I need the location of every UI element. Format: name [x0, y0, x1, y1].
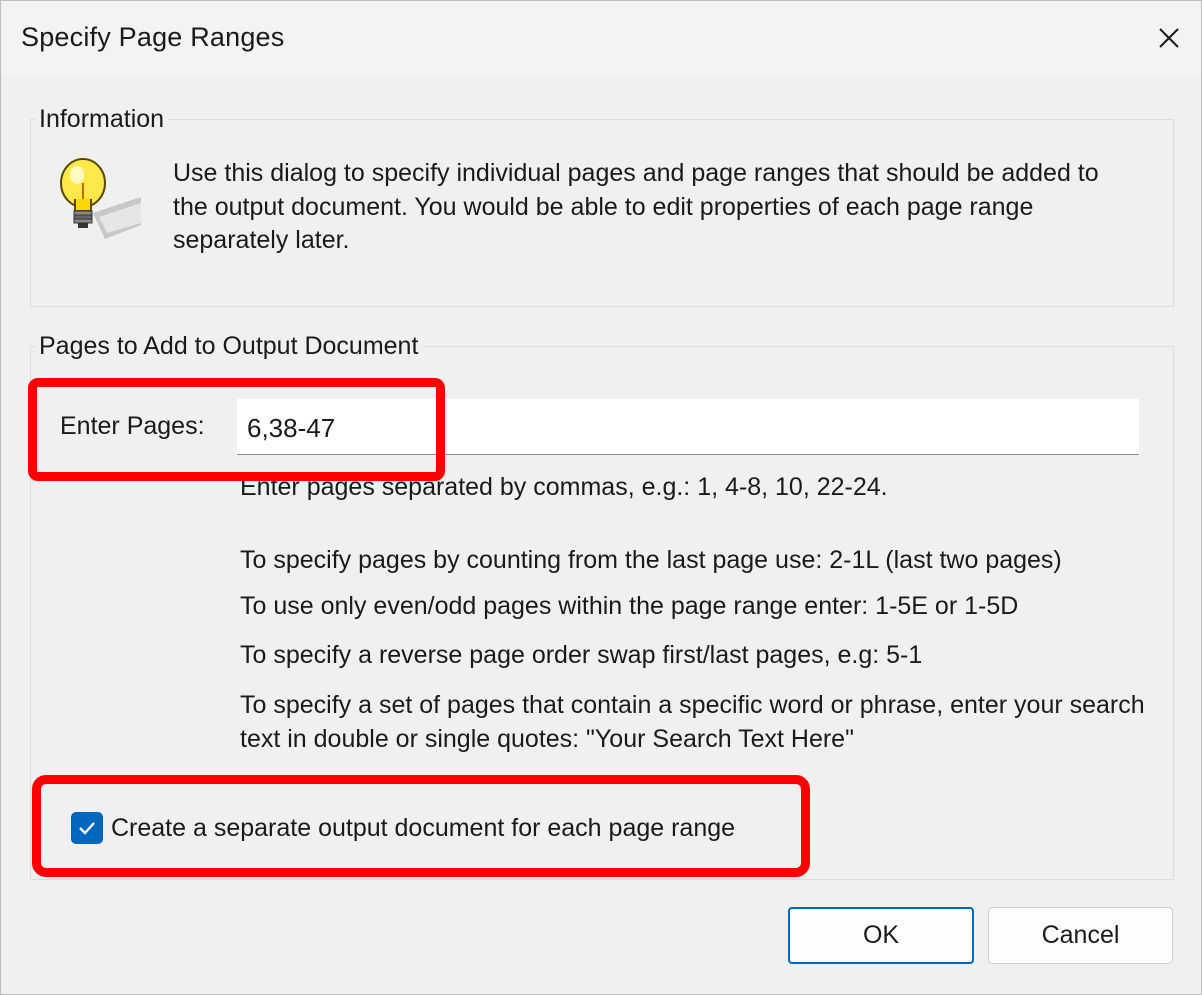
cancel-button[interactable]: Cancel — [988, 907, 1173, 964]
separate-output-checkbox[interactable] — [71, 812, 103, 844]
checkmark-icon — [79, 822, 95, 835]
information-text: Use this dialog to specify individual pa… — [173, 159, 1099, 254]
enter-pages-label: Enter Pages: — [60, 412, 205, 440]
separate-output-label: Create a separate output document for ea… — [111, 813, 736, 842]
close-icon — [1159, 28, 1179, 48]
information-group-title: Information — [35, 105, 169, 134]
lightbulb-icon — [60, 158, 141, 239]
enter-pages-input[interactable] — [237, 399, 1139, 455]
title-bar: Specify Page Ranges — [1, 1, 1201, 75]
specify-page-ranges-dialog: Specify Page Ranges Information Use this… — [0, 0, 1202, 995]
hint-reverse-order: To specify a reverse page order swap fir… — [240, 641, 923, 669]
hint-search-text: To specify a set of pages that contain a… — [240, 691, 1145, 753]
hint-commas: Enter pages separated by commas, e.g.: 1… — [240, 473, 888, 501]
dialog-title: Specify Page Ranges — [21, 22, 285, 52]
ok-button[interactable]: OK — [788, 907, 974, 964]
separate-output-checkbox-row[interactable]: Create a separate output document for ea… — [71, 812, 735, 844]
pages-group-title: Pages to Add to Output Document — [35, 332, 423, 361]
close-button[interactable] — [1137, 1, 1201, 75]
hint-last-page: To specify pages by counting from the la… — [240, 546, 1062, 574]
hint-even-odd: To use only even/odd pages within the pa… — [240, 592, 1019, 620]
